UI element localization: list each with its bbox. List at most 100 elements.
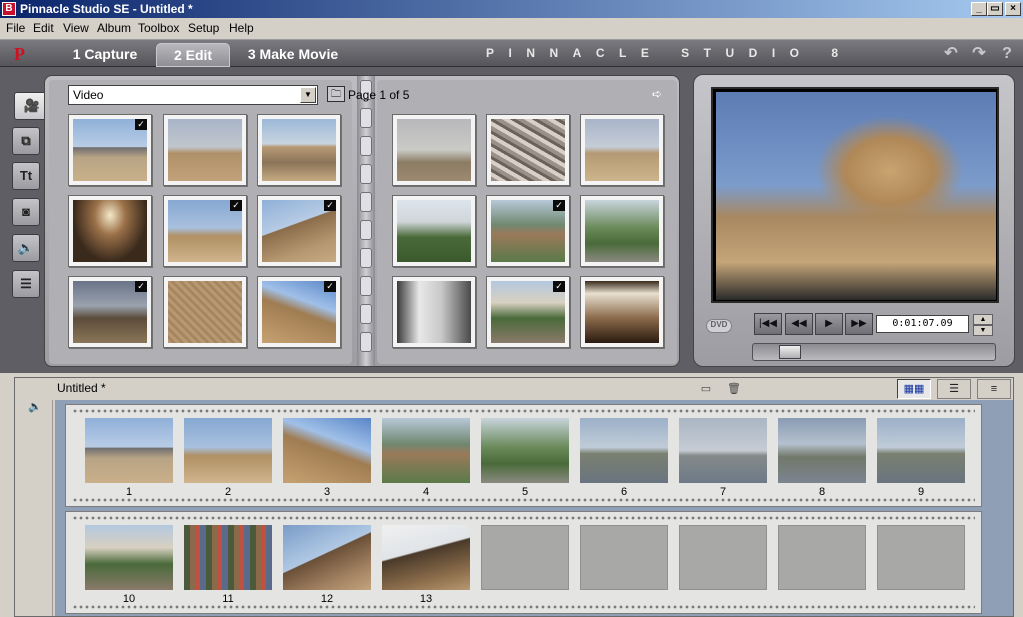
storyboard-clip[interactable] bbox=[679, 418, 767, 483]
album-scene-thumb[interactable] bbox=[486, 114, 570, 186]
scrubber-track[interactable] bbox=[752, 343, 996, 361]
album-scene-thumb[interactable] bbox=[392, 276, 476, 348]
trash-icon[interactable]: 🗑 bbox=[723, 380, 745, 398]
checkmark-icon: ✓ bbox=[324, 281, 336, 292]
skip-back-icon: |◀◀ bbox=[759, 318, 777, 329]
timeline-icon: ☰ bbox=[949, 383, 959, 395]
timecode-down-icon[interactable]: ▼ bbox=[973, 325, 993, 336]
menu-album[interactable]: Album bbox=[97, 21, 131, 35]
album-scene-thumb[interactable]: ✓ bbox=[257, 195, 341, 267]
scene-image bbox=[262, 119, 336, 181]
storyboard-clip[interactable] bbox=[184, 418, 272, 483]
movie-side-toolbar: 📹 🔈 bbox=[15, 378, 53, 616]
menu-help[interactable]: Help bbox=[229, 21, 254, 35]
rewind-icon: ◀◀ bbox=[791, 318, 807, 329]
text-view-button[interactable]: ≡ bbox=[977, 379, 1011, 399]
play-button[interactable]: ▶ bbox=[815, 313, 843, 335]
titles-tab[interactable]: Tt bbox=[12, 162, 40, 190]
storyboard-strip: 1 2 3 4 5 6 7 8 9 bbox=[65, 404, 982, 507]
storyboard-empty-slot[interactable] bbox=[580, 525, 668, 590]
storyboard-clip[interactable] bbox=[382, 418, 470, 483]
tab-edit[interactable]: 2 Edit bbox=[156, 43, 230, 67]
storyboard: 1 2 3 4 5 6 7 8 9 10 11 12 13 bbox=[55, 400, 1013, 616]
clip-number: 4 bbox=[422, 486, 430, 498]
scrubber-handle[interactable] bbox=[779, 345, 801, 359]
undo-icon[interactable]: ↶ bbox=[940, 44, 962, 64]
checkmark-icon: ✓ bbox=[230, 200, 242, 211]
menu-bar: File Edit View Album Toolbox Setup Help bbox=[0, 18, 1023, 38]
album-scene-thumb[interactable]: ✓ bbox=[486, 195, 570, 267]
menu-file[interactable]: File bbox=[6, 21, 25, 35]
storyboard-clip[interactable] bbox=[481, 418, 569, 483]
checkmark-icon: ✓ bbox=[135, 119, 147, 130]
album-scene-thumb[interactable] bbox=[580, 276, 664, 348]
movie-title: Untitled * bbox=[57, 381, 106, 395]
storyboard-clip[interactable] bbox=[580, 418, 668, 483]
brand-label: PINNACLE STUDIO 8 bbox=[486, 46, 853, 60]
album-scene-thumb[interactable]: ✓ bbox=[486, 276, 570, 348]
album-scene-thumb[interactable]: ✓ bbox=[257, 276, 341, 348]
storyboard-empty-slot[interactable] bbox=[778, 525, 866, 590]
storyboard-clip[interactable] bbox=[283, 418, 371, 483]
storyboard-clip[interactable] bbox=[382, 525, 470, 590]
menu-toolbox[interactable]: Toolbox bbox=[138, 21, 179, 35]
album-scene-thumb[interactable]: ✓ bbox=[163, 195, 247, 267]
go-to-start-button[interactable]: |◀◀ bbox=[754, 313, 782, 335]
pinnacle-logo: P bbox=[14, 44, 25, 64]
clip-number: 13 bbox=[419, 593, 433, 605]
maximize-button[interactable]: ▭ bbox=[987, 2, 1003, 16]
scene-image bbox=[397, 281, 471, 343]
album-scene-thumb[interactable] bbox=[580, 195, 664, 267]
storyboard-empty-slot[interactable] bbox=[481, 525, 569, 590]
chevron-down-icon[interactable]: ▼ bbox=[300, 87, 316, 103]
play-icon: ▶ bbox=[825, 318, 833, 329]
next-page-icon[interactable]: ➪ bbox=[649, 86, 665, 102]
scene-image bbox=[168, 281, 242, 343]
storyboard-clip[interactable] bbox=[778, 418, 866, 483]
menu-setup[interactable]: Setup bbox=[188, 21, 219, 35]
timecode-up-icon[interactable]: ▲ bbox=[973, 314, 993, 325]
movie-header: Untitled * ▭ 🗑 ▦▦ ☰ ≡ bbox=[15, 378, 1013, 400]
album-scene-thumb[interactable] bbox=[163, 114, 247, 186]
audio-toolbox-icon[interactable]: 🔈 bbox=[25, 400, 45, 414]
checkmark-icon: ✓ bbox=[553, 200, 565, 211]
redo-icon[interactable]: ↷ bbox=[968, 44, 990, 64]
sound-effects-tab[interactable]: 🔈 bbox=[12, 234, 40, 262]
storyboard-clip[interactable] bbox=[85, 418, 173, 483]
album-scene-thumb[interactable] bbox=[68, 195, 152, 267]
help-icon[interactable]: ? bbox=[996, 44, 1018, 64]
album-scene-thumb[interactable] bbox=[392, 195, 476, 267]
album-scene-thumb[interactable] bbox=[580, 114, 664, 186]
tab-make-movie[interactable]: 3 Make Movie bbox=[238, 43, 348, 67]
tab-capture[interactable]: 1 Capture bbox=[62, 43, 148, 67]
album-scene-thumb[interactable]: ✓ bbox=[68, 114, 152, 186]
rewind-button[interactable]: ◀◀ bbox=[785, 313, 813, 335]
source-select[interactable]: Video ▼ bbox=[68, 85, 318, 105]
fast-forward-button[interactable]: ▶▶ bbox=[845, 313, 873, 335]
pinnacle-app-icon[interactable]: B bbox=[2, 2, 16, 16]
close-button[interactable]: × bbox=[1005, 2, 1021, 16]
disc-menus-tab[interactable]: ☰ bbox=[12, 270, 40, 298]
storyboard-clip[interactable] bbox=[184, 525, 272, 590]
storyboard-clip[interactable] bbox=[283, 525, 371, 590]
dvd-icon[interactable]: DVD bbox=[706, 319, 732, 333]
menu-edit[interactable]: Edit bbox=[33, 21, 54, 35]
album-scene-thumb[interactable] bbox=[392, 114, 476, 186]
razor-icon[interactable]: ▭ bbox=[695, 380, 717, 398]
storyboard-view-button[interactable]: ▦▦ bbox=[897, 379, 931, 399]
transitions-tab[interactable]: ⧉ bbox=[12, 127, 40, 155]
storyboard-strip: 10 11 12 13 bbox=[65, 511, 982, 614]
album-scene-thumb[interactable] bbox=[257, 114, 341, 186]
menu-view[interactable]: View bbox=[63, 21, 89, 35]
storyboard-empty-slot[interactable] bbox=[877, 525, 965, 590]
timecode-counter[interactable]: 0:01:07.09 bbox=[876, 315, 969, 333]
storyboard-empty-slot[interactable] bbox=[679, 525, 767, 590]
timeline-view-button[interactable]: ☰ bbox=[937, 379, 971, 399]
album-scene-thumb[interactable] bbox=[163, 276, 247, 348]
album-scene-thumb[interactable]: ✓ bbox=[68, 276, 152, 348]
storyboard-clip[interactable] bbox=[877, 418, 965, 483]
storyboard-clip[interactable] bbox=[85, 525, 173, 590]
minimize-button[interactable]: _ bbox=[971, 2, 987, 16]
folder-icon[interactable]: 🗀 bbox=[327, 86, 345, 102]
still-images-tab[interactable]: ◙ bbox=[12, 198, 40, 226]
